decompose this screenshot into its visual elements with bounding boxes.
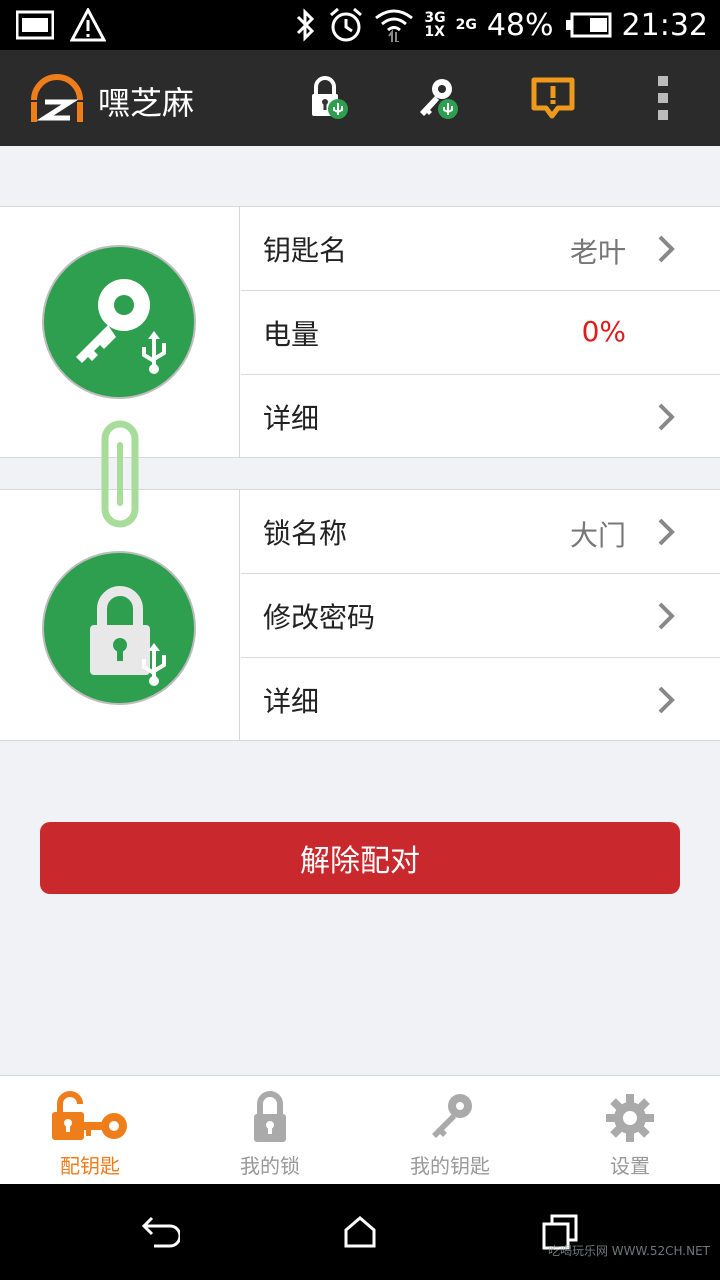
chevron-right-icon: [658, 403, 675, 431]
battery-value: 0%: [581, 315, 626, 348]
lock-usb-large-icon: [90, 586, 166, 686]
network-bottom-label: 1X: [424, 24, 445, 40]
unlock-key-icon: [52, 1091, 127, 1140]
feedback-alert-icon[interactable]: [528, 72, 578, 122]
lock-name-label: 锁名称: [263, 517, 348, 550]
app-title: 嘿芝麻: [98, 84, 195, 122]
lock-usb-icon[interactable]: [304, 72, 354, 122]
key-icon: [432, 1094, 472, 1138]
back-icon[interactable]: [140, 1212, 180, 1252]
watermark: 吃喝玩乐网 WWW.52CH.NET: [547, 1244, 710, 1258]
lock-name-value: 大门: [569, 519, 626, 552]
network-indicator: 3G 1X: [424, 11, 445, 39]
chain-link-icon: [101, 420, 139, 528]
chevron-right-icon: [658, 686, 675, 714]
key-detail-row[interactable]: 详细: [241, 375, 720, 459]
lock-icon: [254, 1091, 286, 1142]
key-detail-label: 详细: [263, 402, 320, 435]
key-name-row[interactable]: 钥匙名 老叶: [241, 207, 720, 291]
change-password-label: 修改密码: [263, 601, 376, 634]
chevron-right-icon: [658, 235, 675, 263]
battery-label: 电量: [263, 318, 320, 351]
app-bar: 嘿芝麻: [0, 50, 720, 146]
lock-detail-row[interactable]: 详细: [241, 658, 720, 742]
lock-avatar[interactable]: [42, 551, 196, 705]
key-name-value: 老叶: [569, 236, 626, 269]
overflow-menu-icon[interactable]: [656, 76, 670, 120]
key-usb-large-icon: [76, 279, 166, 374]
warning-notification-icon: [70, 8, 106, 42]
nav-label: 设置: [610, 1154, 650, 1178]
nav-label: 配钥匙: [60, 1154, 120, 1178]
chevron-right-icon: [658, 602, 675, 630]
app-logo-icon: [31, 74, 83, 122]
nav-label: 我的钥匙: [410, 1154, 490, 1178]
home-icon[interactable]: [340, 1212, 380, 1252]
battery-percent: 48%: [486, 7, 554, 43]
key-name-label: 钥匙名: [263, 234, 348, 267]
nav-label: 我的锁: [240, 1154, 300, 1178]
nav-my-locks[interactable]: 我的锁: [180, 1076, 360, 1184]
nav-my-keys[interactable]: 我的钥匙: [360, 1076, 540, 1184]
unpair-button[interactable]: 解除配对: [40, 822, 680, 894]
battery-icon: [565, 12, 612, 38]
lock-name-row[interactable]: 锁名称 大门: [241, 490, 720, 574]
clock: 21:32: [621, 7, 708, 43]
network-top-label: 3G: [424, 10, 446, 26]
system-nav-bar: 吃喝玩乐网 WWW.52CH.NET: [0, 1184, 720, 1280]
gear-icon: [606, 1094, 654, 1142]
alarm-icon: [330, 7, 363, 42]
change-password-row[interactable]: 修改密码: [241, 574, 720, 658]
picture-notification-icon: [16, 10, 54, 40]
lock-detail-label: 详细: [263, 685, 320, 718]
status-bar: 3G 1X 2G 48% 21:32: [0, 0, 720, 50]
nav-pair-key[interactable]: 配钥匙: [0, 1076, 180, 1184]
battery-row: 电量 0%: [241, 291, 720, 375]
key-usb-icon[interactable]: [414, 72, 464, 122]
wifi-icon: [375, 9, 414, 42]
chevron-right-icon: [658, 518, 675, 546]
bottom-nav: 配钥匙 我的锁 我的钥匙 设置: [0, 1075, 720, 1184]
network2-label: 2G: [455, 17, 477, 33]
nav-settings[interactable]: 设置: [540, 1076, 720, 1184]
key-avatar[interactable]: [42, 245, 196, 399]
bluetooth-icon: [297, 8, 315, 42]
